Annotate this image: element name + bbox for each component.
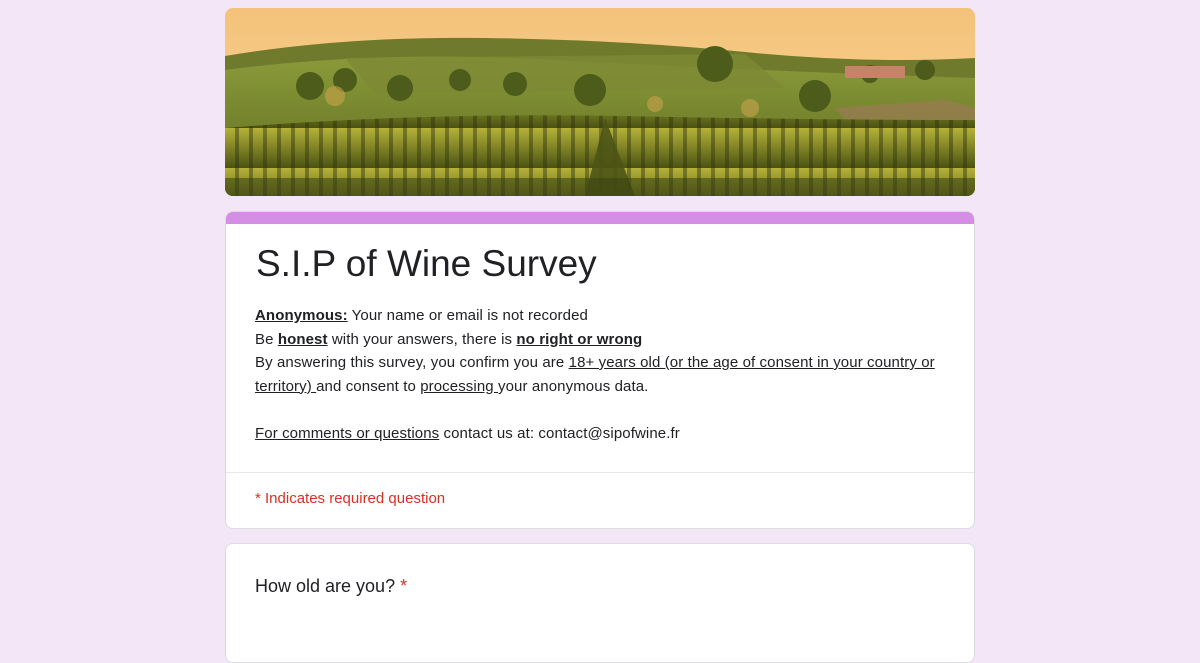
anonymous-label: Anonymous: xyxy=(255,307,348,324)
comments-link[interactable]: For comments or questions xyxy=(255,425,439,442)
contact-text: contact us at: contact@sipofwine.fr xyxy=(439,424,680,442)
divider xyxy=(226,472,974,473)
question-label: How old are you? * xyxy=(255,576,407,597)
honest-mid: with your answers, there is xyxy=(327,330,517,348)
consent-pre: By answering this survey, you confirm yo… xyxy=(255,354,569,371)
vineyard-illustration xyxy=(225,8,975,196)
required-question-note: * Indicates required question xyxy=(255,490,446,507)
description-line-honest: Be honest with your answers, there is no… xyxy=(255,328,945,352)
consent-mid: and consent to xyxy=(316,377,421,395)
required-asterisk: * xyxy=(400,576,408,596)
consent-post: your anonymous data. xyxy=(498,377,649,395)
form-description: Anonymous: Your name or email is not rec… xyxy=(255,304,945,445)
form-title-card: S.I.P of Wine Survey Anonymous: Your nam… xyxy=(225,211,975,529)
anonymous-text: Your name or email is not recorded xyxy=(347,307,588,324)
question-card: How old are you? * xyxy=(225,543,975,663)
accent-bar xyxy=(226,212,974,224)
honest-pre: Be xyxy=(255,330,278,348)
description-line-contact: For comments or questions contact us at:… xyxy=(255,422,945,446)
processing-text: processing xyxy=(420,377,498,395)
no-right-or-wrong-emphasis: no right or wrong xyxy=(516,330,643,348)
description-line-anonymous: Anonymous: Your name or email is not rec… xyxy=(255,304,945,328)
honest-emphasis: honest xyxy=(277,330,328,348)
description-line-consent: By answering this survey, you confirm yo… xyxy=(255,351,945,398)
question-text: How old are you? xyxy=(255,576,396,596)
form-title: S.I.P of Wine Survey xyxy=(256,243,597,284)
header-banner-image xyxy=(225,8,975,196)
